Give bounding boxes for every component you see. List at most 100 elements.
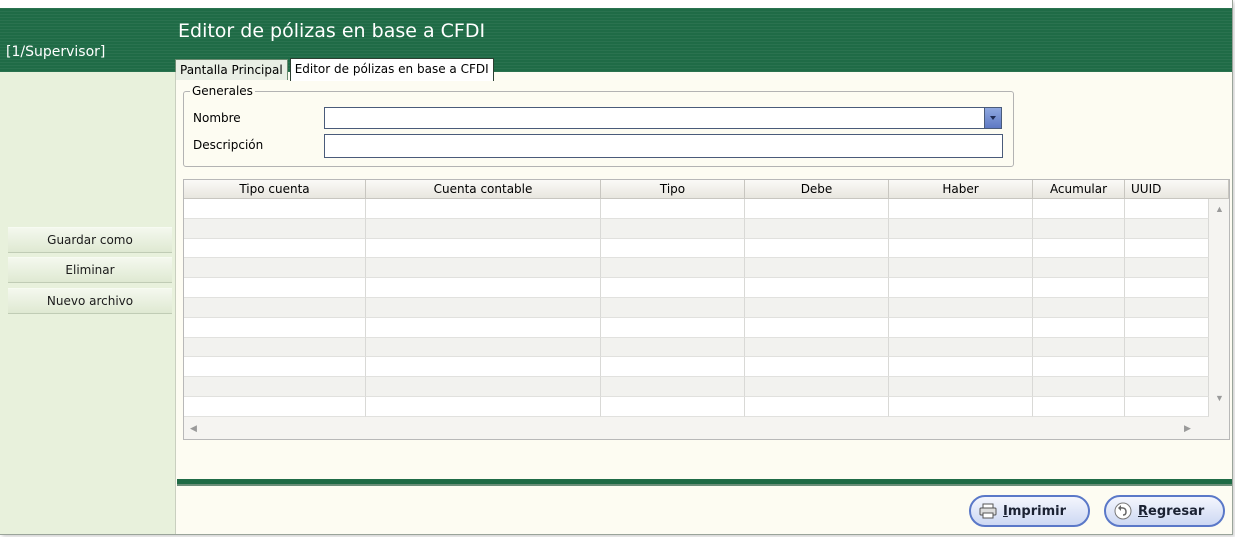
table-row[interactable] [184, 396, 1209, 417]
table-cell[interactable] [601, 297, 745, 318]
table-cell[interactable] [745, 396, 889, 417]
table-cell[interactable] [601, 218, 745, 239]
table-row[interactable] [184, 199, 1209, 219]
polizas-grid[interactable]: Tipo cuenta Cuenta contable Tipo Debe Ha… [183, 179, 1230, 440]
table-row[interactable] [184, 297, 1209, 318]
table-cell[interactable] [1125, 396, 1209, 417]
horizontal-scrollbar[interactable]: ◀ ▶ [184, 418, 1209, 439]
table-row[interactable] [184, 377, 1209, 397]
table-cell[interactable] [1033, 238, 1125, 259]
table-cell[interactable] [889, 337, 1033, 358]
column-tipo-cuenta[interactable]: Tipo cuenta [184, 180, 366, 199]
table-cell[interactable] [1033, 297, 1125, 318]
table-cell[interactable] [601, 357, 745, 378]
table-cell[interactable] [1033, 337, 1125, 358]
table-cell[interactable] [366, 199, 601, 219]
column-cuenta-contable[interactable]: Cuenta contable [366, 180, 601, 199]
table-cell[interactable] [1125, 199, 1209, 219]
table-cell[interactable] [184, 218, 366, 239]
table-cell[interactable] [889, 377, 1033, 397]
eliminar-button[interactable]: Eliminar [8, 257, 172, 283]
scroll-right-icon[interactable]: ▶ [1184, 424, 1191, 433]
table-cell[interactable] [366, 317, 601, 338]
column-debe[interactable]: Debe [745, 180, 889, 199]
table-cell[interactable] [184, 337, 366, 358]
table-cell[interactable] [366, 396, 601, 417]
table-cell[interactable] [601, 278, 745, 298]
table-cell[interactable] [1033, 377, 1125, 397]
table-row[interactable] [184, 357, 1209, 378]
table-cell[interactable] [889, 396, 1033, 417]
table-cell[interactable] [889, 218, 1033, 239]
vertical-scrollbar[interactable]: ▲ ▼ [1210, 199, 1229, 417]
table-cell[interactable] [366, 297, 601, 318]
table-cell[interactable] [366, 337, 601, 358]
table-cell[interactable] [745, 377, 889, 397]
table-cell[interactable] [1033, 258, 1125, 279]
table-cell[interactable] [184, 297, 366, 318]
scroll-left-icon[interactable]: ◀ [190, 424, 197, 433]
table-row[interactable] [184, 258, 1209, 279]
table-cell[interactable] [184, 396, 366, 417]
table-cell[interactable] [601, 258, 745, 279]
column-acumular[interactable]: Acumular [1033, 180, 1125, 199]
table-row[interactable] [184, 218, 1209, 239]
table-cell[interactable] [184, 278, 366, 298]
column-haber[interactable]: Haber [889, 180, 1033, 199]
table-row[interactable] [184, 337, 1209, 358]
column-tipo[interactable]: Tipo [601, 180, 745, 199]
table-row[interactable] [184, 278, 1209, 298]
table-cell[interactable] [745, 337, 889, 358]
table-cell[interactable] [184, 238, 366, 259]
table-cell[interactable] [1033, 396, 1125, 417]
table-cell[interactable] [601, 396, 745, 417]
table-cell[interactable] [1033, 317, 1125, 338]
nombre-combobox[interactable] [324, 107, 1002, 129]
table-cell[interactable] [366, 218, 601, 239]
imprimir-button[interactable]: Imprimir [969, 495, 1090, 527]
column-uuid[interactable]: UUID [1125, 180, 1229, 199]
scroll-up-icon[interactable]: ▲ [1215, 205, 1224, 214]
table-cell[interactable] [889, 238, 1033, 259]
table-cell[interactable] [366, 278, 601, 298]
chevron-down-icon[interactable] [984, 108, 1001, 128]
scroll-down-icon[interactable]: ▼ [1215, 394, 1224, 403]
table-cell[interactable] [889, 199, 1033, 219]
table-cell[interactable] [1125, 238, 1209, 259]
table-cell[interactable] [601, 317, 745, 338]
table-cell[interactable] [1125, 297, 1209, 318]
table-row[interactable] [184, 238, 1209, 259]
table-cell[interactable] [1033, 278, 1125, 298]
table-cell[interactable] [889, 357, 1033, 378]
tab-editor-polizas[interactable]: Editor de pólizas en base a CFDI [289, 58, 494, 81]
table-cell[interactable] [889, 278, 1033, 298]
table-cell[interactable] [1125, 357, 1209, 378]
descripcion-field[interactable] [324, 134, 1003, 158]
table-cell[interactable] [366, 377, 601, 397]
table-cell[interactable] [184, 258, 366, 279]
table-cell[interactable] [745, 297, 889, 318]
table-cell[interactable] [1125, 218, 1209, 239]
table-cell[interactable] [366, 357, 601, 378]
table-cell[interactable] [366, 258, 601, 279]
table-cell[interactable] [1125, 317, 1209, 338]
table-cell[interactable] [601, 377, 745, 397]
table-cell[interactable] [745, 317, 889, 338]
table-cell[interactable] [745, 199, 889, 219]
table-cell[interactable] [889, 297, 1033, 318]
table-cell[interactable] [1033, 357, 1125, 378]
table-cell[interactable] [601, 238, 745, 259]
table-cell[interactable] [1125, 278, 1209, 298]
table-cell[interactable] [184, 199, 366, 219]
table-cell[interactable] [1033, 218, 1125, 239]
table-cell[interactable] [889, 317, 1033, 338]
tab-pantalla-principal[interactable]: Pantalla Principal [175, 59, 288, 80]
table-cell[interactable] [889, 258, 1033, 279]
guardar-como-button[interactable]: Guardar como [8, 227, 172, 253]
table-cell[interactable] [745, 357, 889, 378]
table-cell[interactable] [745, 218, 889, 239]
table-cell[interactable] [1125, 337, 1209, 358]
table-cell[interactable] [1125, 377, 1209, 397]
table-cell[interactable] [1033, 199, 1125, 219]
table-cell[interactable] [601, 337, 745, 358]
